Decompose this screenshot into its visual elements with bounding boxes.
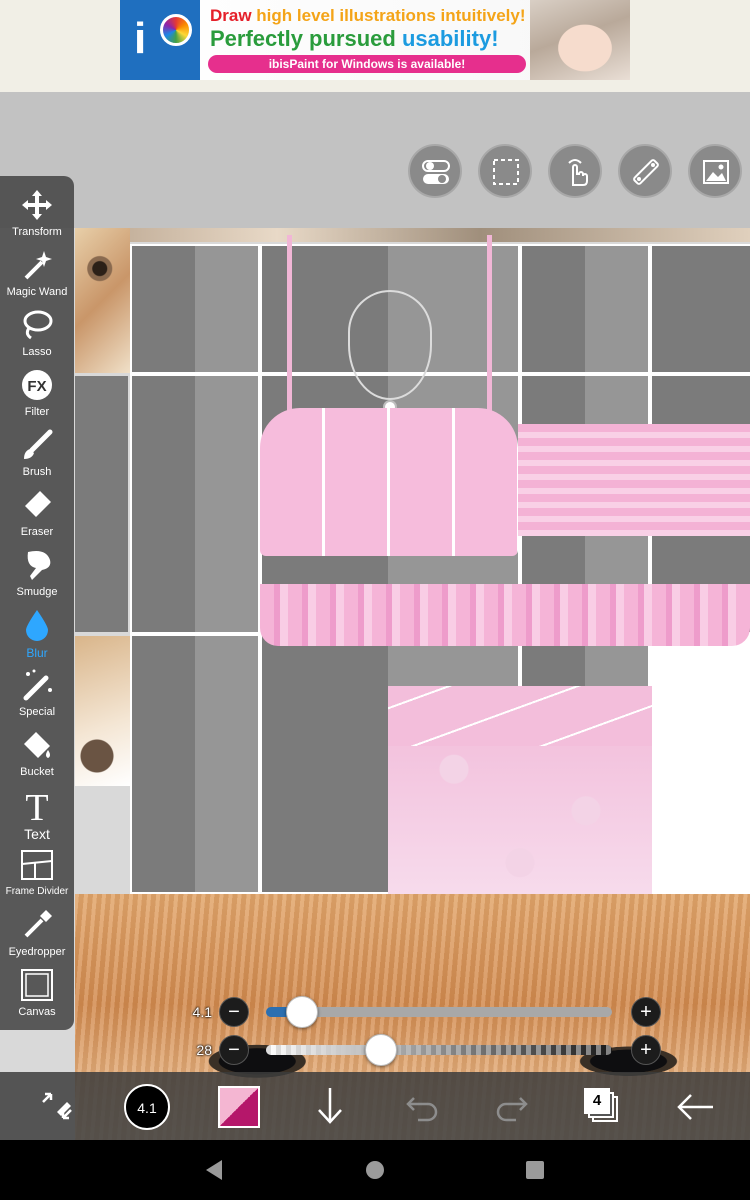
eraser-icon: [25, 491, 51, 517]
ruler-button[interactable]: [618, 144, 672, 198]
tool-lasso[interactable]: Lasso: [0, 306, 74, 366]
frame-divider-icon: [21, 850, 53, 880]
ad-illustration: [530, 0, 630, 80]
tool-frame-divider[interactable]: Frame Divider: [0, 846, 74, 906]
tool-palette: Transform Magic Wand Lasso FX Filter Bru…: [0, 176, 74, 1030]
ruler-icon: [633, 159, 659, 185]
tool-special[interactable]: Special: [0, 666, 74, 726]
tool-transform[interactable]: Transform: [0, 186, 74, 246]
tool-smudge[interactable]: Smudge: [0, 546, 74, 606]
tool-text[interactable]: T Text: [0, 786, 74, 846]
magic-wand-icon: [24, 251, 52, 280]
brush-size-indicator[interactable]: 4.1: [120, 1072, 174, 1140]
tool-canvas[interactable]: Canvas: [0, 966, 74, 1026]
reference-image-button[interactable]: [688, 144, 742, 198]
pink-corset-front: [260, 408, 518, 556]
nav-back-icon[interactable]: [202, 1158, 226, 1182]
tool-eyedropper[interactable]: Eyedropper: [0, 906, 74, 966]
smudge-icon: [27, 551, 51, 580]
opacity-decrease-button[interactable]: −: [219, 1035, 249, 1065]
minus-icon: −: [228, 1001, 240, 1023]
cat-photo-strip: [75, 228, 750, 242]
nav-home-icon[interactable]: [363, 1158, 387, 1182]
tool-bucket[interactable]: Bucket: [0, 726, 74, 786]
minus-icon: −: [228, 1039, 240, 1061]
svg-text:FX: FX: [27, 378, 46, 395]
ad-banner-bar: i Draw high level illustrations intuitiv…: [0, 0, 750, 92]
redo-icon: [496, 1097, 528, 1122]
canvas-icon: [21, 969, 53, 1001]
size-increase-button[interactable]: +: [631, 997, 661, 1027]
ibispaint-logo: i: [120, 0, 200, 80]
color-swatch: [218, 1086, 260, 1128]
necklace-chain: [348, 290, 432, 400]
plus-icon: +: [640, 1001, 652, 1023]
layer-down-button[interactable]: [310, 1072, 350, 1140]
tool-eraser[interactable]: Eraser: [0, 486, 74, 546]
arrow-down-icon: [318, 1088, 342, 1124]
ad-headline-1: Draw high level illustrations intuitivel…: [210, 6, 526, 25]
back-button[interactable]: [670, 1072, 720, 1140]
svg-text:T: T: [25, 788, 48, 822]
pink-corset-back: [518, 424, 750, 536]
layers-count-badge: 4: [584, 1088, 610, 1114]
touch-icon: [568, 159, 588, 186]
plus-icon: +: [640, 1039, 652, 1061]
undo-icon: [406, 1097, 438, 1122]
brush-preview: 4.1: [124, 1084, 170, 1130]
pink-ruffle-trim: [260, 584, 750, 646]
color-wheel-icon: [160, 14, 192, 46]
lasso-icon: [23, 310, 53, 340]
checker-pattern: [266, 1045, 612, 1055]
top-strap-right: [487, 235, 492, 415]
top-strap-left: [287, 235, 292, 415]
cat-photo-left-lower: [75, 636, 130, 786]
ad-banner[interactable]: i Draw high level illustrations intuitiv…: [120, 0, 630, 80]
opacity-handle[interactable]: [364, 1034, 397, 1066]
selection-icon: [493, 159, 519, 185]
special-pen-icon: [23, 669, 52, 701]
opacity-slider[interactable]: [266, 1045, 612, 1055]
brush-size-text: 4.1: [137, 1100, 157, 1116]
undo-button[interactable]: [400, 1072, 444, 1140]
opacity-increase-button[interactable]: +: [631, 1035, 661, 1065]
selection-button[interactable]: [478, 144, 532, 198]
text-icon: T: [25, 788, 48, 822]
opacity-value: 28: [196, 1042, 212, 1058]
tool-magic-wand[interactable]: Magic Wand: [0, 246, 74, 306]
bottom-toolbar: 4.1 4: [0, 1072, 750, 1140]
touch-button[interactable]: [548, 144, 602, 198]
tool-brush[interactable]: Brush: [0, 426, 74, 486]
image-icon: [703, 160, 729, 184]
tool-filter[interactable]: FX Filter: [0, 366, 74, 426]
brush-icon: [24, 429, 53, 459]
skirt-lace-band: [388, 686, 652, 746]
ad-pill-text: ibisPaint for Windows is available!: [208, 55, 526, 73]
system-navigation-bar: [0, 1140, 750, 1200]
brush-size-value: 4.1: [192, 1004, 212, 1020]
nav-recents-icon[interactable]: [523, 1158, 547, 1182]
color-button[interactable]: [216, 1072, 262, 1140]
eyedropper-icon: [24, 910, 52, 938]
logo-letter: i: [134, 14, 147, 63]
ad-headline-2: Perfectly pursued usability!: [210, 26, 499, 51]
move-icon: [22, 190, 52, 220]
toggle-icon: [422, 160, 450, 184]
cat-photo-left: [75, 228, 130, 373]
fx-icon: FX: [22, 370, 52, 400]
size-decrease-button[interactable]: −: [219, 997, 249, 1027]
redo-button[interactable]: [490, 1072, 534, 1140]
bucket-icon: [24, 732, 50, 758]
layers-button[interactable]: 4: [580, 1072, 624, 1140]
blur-drop-icon: [26, 610, 48, 641]
quick-swap-button[interactable]: [30, 1072, 84, 1140]
swap-tool-icon: [42, 1092, 72, 1120]
tool-blur[interactable]: Blur: [0, 606, 74, 666]
toggle-button[interactable]: [408, 144, 462, 198]
brush-size-handle[interactable]: [286, 996, 319, 1028]
arrow-left-icon: [677, 1094, 713, 1120]
